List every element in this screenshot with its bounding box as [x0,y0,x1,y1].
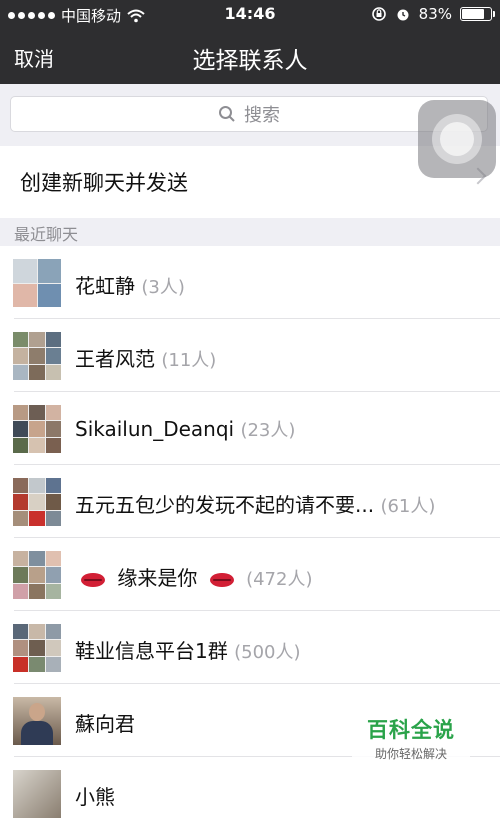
chat-name: 小熊 [75,785,115,809]
search-icon [219,106,235,122]
battery-icon [460,7,495,21]
chat-name: 王者风范 (11人) [75,347,217,371]
lips-emoji-icon [81,572,105,587]
chat-name: 缘来是你 (472人) [75,562,312,591]
chat-row[interactable]: 缘来是你 (472人) [0,538,500,611]
new-chat-label: 创建新聊天并发送 [20,171,188,195]
member-count: (472人) [246,569,313,590]
chat-name: 鞋业信息平台1群 (500人) [75,639,301,663]
chat-name: 五元五包少的发玩不起的请不要... (61人) [75,493,436,517]
search-placeholder: 搜索 [244,105,280,126]
chat-row[interactable]: Sikailun_Deanqi (23人) [0,392,500,465]
chat-row[interactable]: 小熊 [0,757,500,830]
group-avatar [13,478,61,526]
chat-row[interactable]: 五元五包少的发玩不起的请不要... (61人) [0,465,500,538]
member-count: (23人) [240,420,296,441]
group-avatar [13,405,61,453]
contact-avatar [13,770,61,818]
status-bar: 中国移动 14:46 83% [0,0,500,28]
page-title: 选择联系人 [192,48,308,74]
navigation-bar: 取消 选择联系人 [0,28,500,84]
search-input[interactable]: 搜索 [10,96,488,132]
chat-row[interactable]: 王者风范 (11人) [0,319,500,392]
assistive-touch-button[interactable] [418,100,496,178]
chat-name: 花虹静 (3人) [75,274,185,298]
lips-emoji-icon [209,572,234,587]
orientation-lock-icon [371,7,386,21]
watermark-brand: 百科全说 [367,718,455,742]
battery-percent: 83% [418,5,452,23]
chat-name: 蘇向君 [75,712,135,736]
chat-name: Sikailun_Deanqi (23人) [75,417,296,441]
member-count: (61人) [380,496,436,517]
member-count: (500人) [234,642,301,663]
chat-row[interactable]: 鞋业信息平台1群 (500人) [0,611,500,684]
section-header-recent: 最近聊天 [0,218,500,246]
group-avatar [13,332,61,380]
assistive-touch-core [440,122,474,156]
section-label: 最近聊天 [14,225,79,244]
watermark-slogan: 助你轻松解决 [374,747,447,761]
chat-row[interactable]: 花虹静 (3人) [0,246,500,319]
member-count: (3人) [141,277,185,298]
status-right: 83% [371,5,495,23]
group-avatar [13,551,61,599]
group-avatar [13,624,61,672]
group-avatar [13,259,61,307]
member-count: (11人) [161,350,217,371]
contact-avatar [13,697,61,745]
watermark: 百科全说 助你轻松解决 [352,714,470,762]
alarm-icon [397,9,409,21]
